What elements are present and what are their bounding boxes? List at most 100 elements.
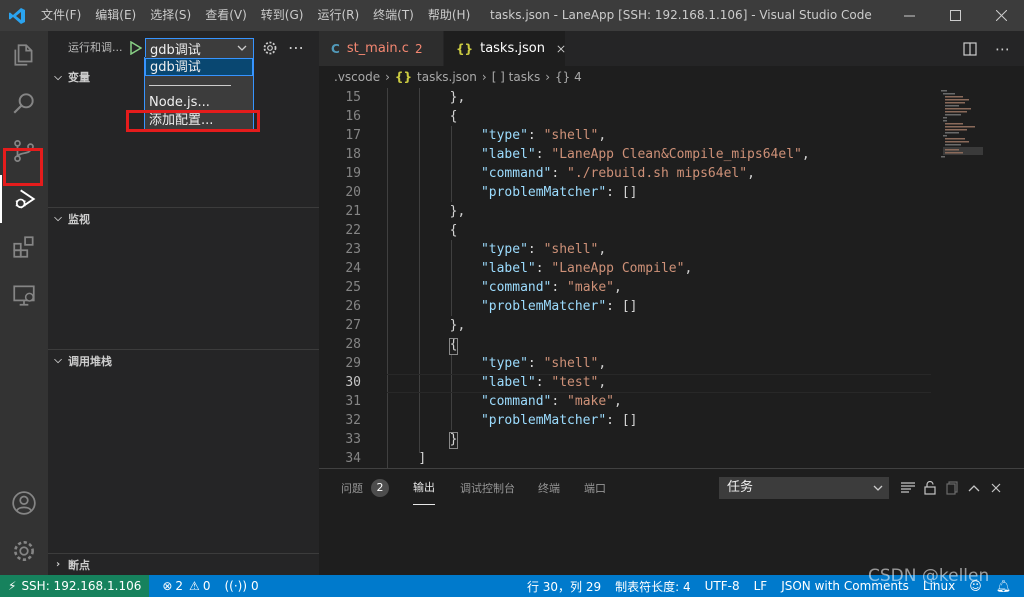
- more-actions-icon[interactable]: ⋯: [995, 40, 1010, 58]
- code-line[interactable]: 27 },: [319, 316, 939, 335]
- lock-scroll-icon[interactable]: [919, 479, 941, 497]
- code-editor[interactable]: 15 }, 16 {17 "type": "shell", 18 "label": …: [319, 88, 939, 468]
- breadcrumb-vscode[interactable]: .vscode: [334, 70, 380, 84]
- line-number: 27: [345, 318, 361, 333]
- close-panel-icon[interactable]: [985, 479, 1007, 497]
- code-line[interactable]: 26 "problemMatcher": []: [319, 297, 939, 316]
- code-line[interactable]: 18 "label": "LaneApp Clean&Compile_mips6…: [319, 145, 939, 164]
- line-number: 29: [345, 356, 361, 371]
- line-number: 31: [345, 394, 361, 409]
- remote-explorer-icon[interactable]: [0, 271, 48, 319]
- menu-file[interactable]: 文件(F): [34, 0, 88, 31]
- more-actions-icon[interactable]: ⋯: [288, 33, 304, 63]
- panel-tab-ports[interactable]: 端口: [584, 469, 606, 507]
- dropdown-separator: [149, 85, 231, 86]
- line-number: 34: [345, 451, 361, 466]
- breadcrumb-tasks-json[interactable]: tasks.json: [417, 70, 477, 84]
- problems-status[interactable]: ⊗ 2 ⚠ 0: [155, 579, 217, 593]
- error-icon: ⊗: [162, 579, 173, 593]
- code-line[interactable]: 25 "command": "make",: [319, 278, 939, 297]
- code-line[interactable]: 16 {: [319, 107, 939, 126]
- cursor-position[interactable]: 行 30，列 29: [520, 578, 608, 595]
- start-debugging-icon[interactable]: [130, 41, 142, 55]
- menu-selection[interactable]: 选择(S): [143, 0, 198, 31]
- panel-tab-problems[interactable]: 问题 2: [341, 469, 389, 507]
- problems-count-badge: 2: [371, 479, 389, 497]
- debug-config-value: gdb调试: [150, 43, 201, 58]
- menu-view[interactable]: 查看(V): [198, 0, 254, 31]
- section-breakpoints[interactable]: › 断点: [48, 553, 319, 575]
- code-line[interactable]: 23 "type": "shell",: [319, 240, 939, 259]
- extensions-icon[interactable]: [0, 223, 48, 271]
- line-number: 15: [345, 90, 361, 105]
- code-line[interactable]: 33 }: [319, 430, 939, 449]
- breadcrumb-item-4[interactable]: {} 4: [555, 70, 582, 84]
- vscode-logo-icon: [0, 0, 34, 31]
- menu-terminal[interactable]: 终端(T): [366, 0, 421, 31]
- code-line[interactable]: 31 "command": "make",: [319, 392, 939, 411]
- panel-tab-debug-console[interactable]: 调试控制台: [460, 469, 515, 507]
- minimap[interactable]: [939, 88, 1024, 468]
- menu-run[interactable]: 运行(R): [310, 0, 366, 31]
- code-line[interactable]: 34 ]: [319, 449, 939, 468]
- close-icon[interactable]: [978, 0, 1024, 31]
- code-line[interactable]: 29 "type": "shell",: [319, 354, 939, 373]
- open-launch-json-gear-icon[interactable]: [262, 40, 278, 56]
- line-number: 30: [345, 375, 361, 390]
- remote-host: SSH: 192.168.1.106: [21, 579, 142, 593]
- menu-edit[interactable]: 编辑(E): [88, 0, 143, 31]
- search-icon[interactable]: [0, 79, 48, 127]
- line-number: 18: [345, 147, 361, 162]
- clear-output-icon[interactable]: [897, 479, 919, 497]
- code-line[interactable]: 32 "problemMatcher": []: [319, 411, 939, 430]
- files-icon[interactable]: [0, 31, 48, 79]
- panel-tab-output[interactable]: 输出: [413, 469, 435, 505]
- code-line[interactable]: 24 "label": "LaneApp Compile",: [319, 259, 939, 278]
- notifications-bell-icon[interactable]: 🔔︎: [989, 579, 1018, 593]
- code-line[interactable]: 20 "problemMatcher": []: [319, 183, 939, 202]
- line-number: 17: [345, 128, 361, 143]
- close-tab-icon[interactable]: [557, 44, 565, 54]
- bottom-panel: 问题 2 输出 调试控制台 终端 端口 任务: [319, 468, 1024, 575]
- code-line[interactable]: 15 },: [319, 88, 939, 107]
- minimize-icon[interactable]: [886, 0, 932, 31]
- code-line[interactable]: 19 "command": "./rebuild.sh mips64el",: [319, 164, 939, 183]
- breadcrumb-tasks-array[interactable]: [ ] tasks: [492, 70, 541, 84]
- output-channel-select[interactable]: 任务: [719, 477, 889, 499]
- chevron-right-icon: ›: [545, 70, 551, 84]
- code-line[interactable]: 21 },: [319, 202, 939, 221]
- settings-gear-icon[interactable]: [0, 527, 48, 575]
- tab-st-main-c[interactable]: C st_main.c 2: [319, 31, 443, 66]
- code-text: "problemMatcher": []: [480, 413, 638, 428]
- json-file-icon: {}: [394, 70, 413, 84]
- sidebar-title: 运行和调...: [68, 41, 123, 54]
- debug-highlight-box: [3, 148, 43, 186]
- bracket-match-highlight: [449, 432, 458, 449]
- encoding[interactable]: UTF-8: [698, 579, 747, 593]
- menu-help[interactable]: 帮助(H): [421, 0, 477, 31]
- split-editor-icon[interactable]: [963, 41, 977, 56]
- caret-down-icon: ⌵: [54, 213, 62, 224]
- menu-go[interactable]: 转到(G): [254, 0, 311, 31]
- section-call-stack[interactable]: ⌵ 调用堆栈: [48, 349, 319, 371]
- end-of-line[interactable]: LF: [747, 579, 775, 593]
- caret-down-icon: ⌵: [54, 71, 62, 83]
- ports-status[interactable]: ((·)) 0: [217, 579, 265, 593]
- remote-indicator[interactable]: ⚡ SSH: 192.168.1.106: [0, 575, 150, 597]
- maximize-icon[interactable]: [932, 0, 978, 31]
- dropdown-option-gdb[interactable]: gdb调试: [145, 58, 253, 76]
- section-watch[interactable]: ⌵ 监视: [48, 207, 319, 229]
- maximize-panel-icon[interactable]: [963, 479, 985, 497]
- code-text: },: [449, 318, 466, 333]
- tab-tasks-json[interactable]: {} tasks.json: [444, 31, 565, 66]
- indentation[interactable]: 制表符长度: 4: [608, 578, 698, 595]
- code-line[interactable]: 17 "type": "shell",: [319, 126, 939, 145]
- chevron-down-icon: [873, 485, 883, 491]
- code-line[interactable]: 22 {: [319, 221, 939, 240]
- debug-config-select[interactable]: gdb调试: [145, 38, 254, 59]
- code-line[interactable]: 28 {: [319, 335, 939, 354]
- copy-icon[interactable]: [941, 479, 963, 497]
- code-text: }: [449, 432, 458, 447]
- panel-tab-terminal[interactable]: 终端: [538, 469, 560, 507]
- account-icon[interactable]: [0, 479, 48, 527]
